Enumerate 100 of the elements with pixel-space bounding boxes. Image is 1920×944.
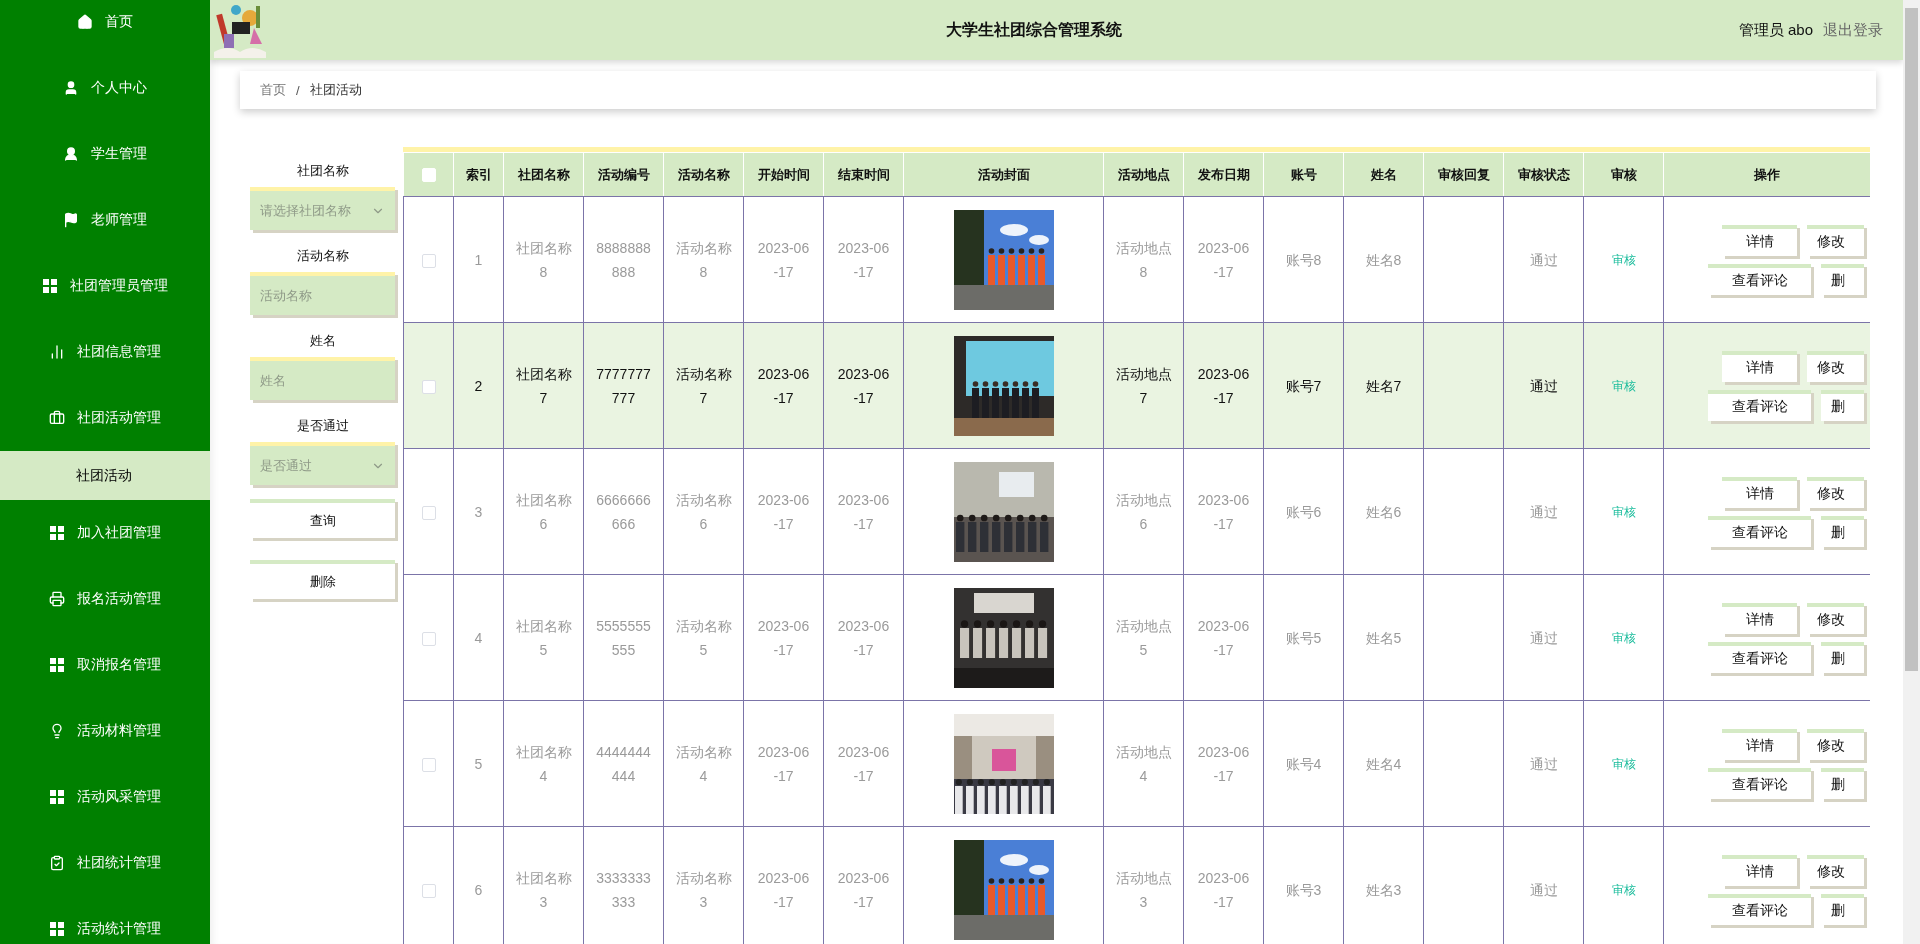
checkbox[interactable]: [421, 253, 436, 268]
comments-button[interactable]: 查看评论: [1708, 515, 1811, 547]
sidebar-item[interactable]: 报名活动管理: [0, 566, 210, 632]
filter-label: 姓名: [308, 332, 337, 350]
checkbox[interactable]: [421, 505, 436, 520]
clipboard-check-icon: [49, 855, 65, 871]
grid-icon: [49, 789, 65, 805]
detail-button[interactable]: 详情: [1722, 476, 1797, 508]
breadcrumb-current: 社团活动: [309, 81, 362, 99]
grid-icon: [49, 921, 65, 937]
table-cell: 2023-06-17: [1183, 448, 1264, 575]
table-cell: 姓名7: [1343, 322, 1424, 449]
user-name: 管理员 abo: [1738, 20, 1813, 40]
briefcase-icon: [49, 410, 65, 426]
sidebar-item[interactable]: 学生管理: [0, 121, 210, 187]
table-cell: 活动名称6: [663, 448, 744, 575]
sidebar-item[interactable]: 老师管理: [0, 187, 210, 253]
delete-button[interactable]: 删: [1821, 893, 1864, 925]
delete-button[interactable]: 删除: [250, 560, 395, 599]
lightbulb-icon: [49, 723, 65, 739]
checkbox[interactable]: [421, 631, 436, 646]
bar-chart-icon: [49, 344, 65, 360]
delete-button[interactable]: 删: [1821, 263, 1864, 295]
search-button[interactable]: 查询: [250, 499, 395, 538]
edit-button[interactable]: 修改: [1807, 476, 1864, 508]
edit-button[interactable]: 修改: [1807, 224, 1864, 256]
column-header: 开始时间: [743, 152, 824, 197]
table-cell: 5555555555: [583, 574, 664, 701]
table-cell: 社团名称7: [503, 322, 584, 449]
table-cell: 活动地点6: [1103, 448, 1184, 575]
comments-button[interactable]: 查看评论: [1708, 389, 1811, 421]
table-cell: 2023-06-17: [743, 448, 824, 575]
table-cell: 2023-06-17: [1183, 700, 1264, 827]
table-cell: 2023-06-17: [823, 700, 904, 827]
table-cell: 2023-06-17: [743, 196, 824, 323]
checkbox[interactable]: [421, 379, 436, 394]
edit-button[interactable]: 修改: [1807, 728, 1864, 760]
delete-button[interactable]: 删: [1821, 389, 1864, 421]
delete-button[interactable]: 删: [1821, 641, 1864, 673]
table-cell: 2023-06-17: [743, 322, 824, 449]
column-header: 姓名: [1343, 152, 1424, 197]
edit-button[interactable]: 修改: [1807, 854, 1864, 886]
edit-button[interactable]: 修改: [1807, 350, 1864, 382]
table-cell: 6666666666: [583, 448, 664, 575]
comments-button[interactable]: 查看评论: [1708, 641, 1811, 673]
sidebar-item[interactable]: 加入社团管理: [0, 500, 210, 566]
checkbox[interactable]: [421, 883, 436, 898]
table-cell: 2023-06-17: [823, 448, 904, 575]
sidebar-item[interactable]: 取消报名管理: [0, 632, 210, 698]
filter-label: 活动名称: [295, 247, 350, 265]
sidebar-item[interactable]: 社团活动管理: [0, 385, 210, 451]
comments-button[interactable]: 查看评论: [1708, 767, 1811, 799]
sidebar-subitem[interactable]: 社团活动: [0, 451, 210, 500]
input-field[interactable]: 活动名称: [250, 272, 395, 315]
home-icon: [77, 14, 93, 30]
table-cell: 社团名称6: [503, 448, 584, 575]
table-cell: 活动名称7: [663, 322, 744, 449]
sidebar-item[interactable]: 个人中心: [0, 55, 210, 121]
checkbox[interactable]: [421, 757, 436, 772]
user-icon: [63, 146, 79, 162]
table-cell: 活动地点4: [1103, 700, 1184, 827]
table-cell: 2023-06-17: [743, 574, 824, 701]
detail-button[interactable]: 详情: [1722, 854, 1797, 886]
sidebar-item[interactable]: 活动材料管理: [0, 698, 210, 764]
table-cell: 活动地点5: [1103, 574, 1184, 701]
scrollbar[interactable]: [1903, 0, 1920, 944]
column-header: 活动封面: [903, 152, 1104, 197]
comments-button[interactable]: 查看评论: [1708, 263, 1811, 295]
column-header: 审核回复: [1423, 152, 1504, 197]
sidebar-item[interactable]: 活动风采管理: [0, 764, 210, 830]
table-cell: 通过: [1503, 700, 1584, 827]
column-header: 索引: [453, 152, 504, 197]
sidebar-item[interactable]: 社团信息管理: [0, 319, 210, 385]
printer-icon: [49, 591, 65, 607]
sidebar-item[interactable]: 社团统计管理: [0, 830, 210, 896]
detail-button[interactable]: 详情: [1722, 728, 1797, 760]
detail-button[interactable]: 详情: [1722, 602, 1797, 634]
input-field[interactable]: 姓名: [250, 357, 395, 400]
delete-button[interactable]: 删: [1821, 767, 1864, 799]
sidebar-item[interactable]: 社团管理员管理: [0, 253, 210, 319]
breadcrumb-link[interactable]: 首页: [260, 81, 286, 99]
sidebar-item[interactable]: 活动统计管理: [0, 896, 210, 944]
column-header: 发布日期: [1183, 152, 1264, 197]
delete-button[interactable]: 删: [1821, 515, 1864, 547]
column-header: 结束时间: [823, 152, 904, 197]
table-cell: 3: [453, 448, 504, 575]
comments-button[interactable]: 查看评论: [1708, 893, 1811, 925]
table-cell: 8888888888: [583, 196, 664, 323]
table-cell: 2023-06-17: [823, 196, 904, 323]
column-header: 活动名称: [663, 152, 744, 197]
detail-button[interactable]: 详情: [1722, 224, 1797, 256]
logout-link[interactable]: 退出登录: [1823, 20, 1883, 40]
table-cell: 姓名6: [1343, 448, 1424, 575]
detail-button[interactable]: 详情: [1722, 350, 1797, 382]
table-cell: 活动地点7: [1103, 322, 1184, 449]
table-cell: 活动名称5: [663, 574, 744, 701]
sidebar-item[interactable]: 首页: [0, 0, 210, 55]
edit-button[interactable]: 修改: [1807, 602, 1864, 634]
filter-label: 社团名称: [295, 162, 350, 180]
table-cell: 通过: [1503, 448, 1584, 575]
